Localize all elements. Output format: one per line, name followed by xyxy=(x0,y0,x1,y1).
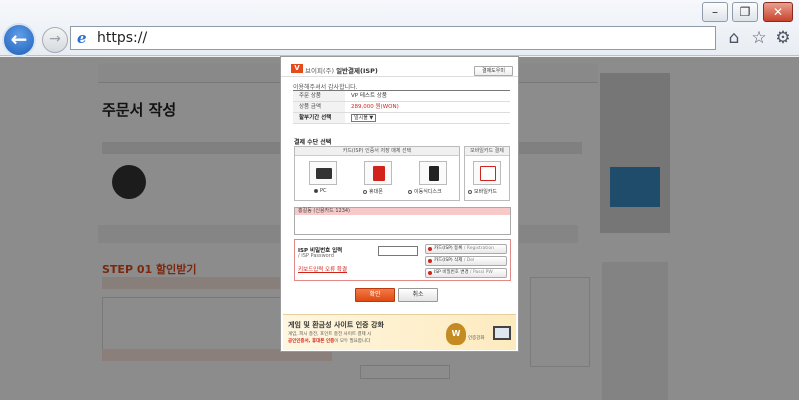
bullet-icon xyxy=(428,271,432,275)
usb-device-option[interactable] xyxy=(419,161,447,185)
pc-monitor-icon xyxy=(316,168,332,179)
delete-card-button[interactable]: 카드(ISP) 삭제 / Del xyxy=(425,256,507,266)
banner-line1: 게임, 피시 충전, 포인트 충전 사이트 결제 시 xyxy=(288,332,372,337)
order-product-value: VP 테스트 상품 xyxy=(351,93,387,99)
payment-method-title: 결제 수단 선택 xyxy=(294,139,332,146)
pc-device-option[interactable] xyxy=(309,161,337,185)
banner-tag: 인증강화 xyxy=(468,336,485,341)
mobile-card-icon xyxy=(480,166,496,181)
isp-password-input[interactable] xyxy=(378,246,418,256)
order-amount-label: 상품 금액 xyxy=(293,102,345,112)
banner-highlight: 공인인증서, 휴대폰 인증 xyxy=(288,339,335,344)
auth-notice-banner: 게임 및 환금성 사이트 인증 강화 게임, 피시 충전, 포인트 충전 사이트… xyxy=(283,314,516,350)
installment-cell: 일시불 ▼ xyxy=(345,113,510,123)
order-product-label: 주문 상품 xyxy=(293,91,345,101)
delete-card-en: / Del xyxy=(463,258,475,263)
usb-radio[interactable]: 이동식디스크 xyxy=(408,188,442,195)
installment-row: 할부기간 선택 일시불 ▼ xyxy=(293,113,510,124)
radio-icon xyxy=(408,189,412,194)
mobile-card-box: 모바일카드 결제 모바일카드 xyxy=(464,146,510,201)
money-bag-icon: W xyxy=(446,323,466,345)
installment-selected: 일시불 xyxy=(354,115,368,121)
radio-icon xyxy=(363,189,367,194)
register-card-button[interactable]: 카드(ISP) 등록 / Registration xyxy=(425,244,507,254)
dialog-header: V 브이피(주) 일반결제(ISP) 결제도우미 xyxy=(281,57,518,77)
dropdown-arrow-icon: ▼ xyxy=(369,115,374,121)
mobile-card-radio[interactable]: 모바일카드 xyxy=(468,188,497,195)
restore-button[interactable]: ❐ xyxy=(732,2,758,22)
bullet-icon xyxy=(428,259,432,263)
close-button[interactable]: ✕ xyxy=(763,2,793,22)
banner-line2-rest: 이 모두 필요합니다 xyxy=(334,339,371,344)
address-text: https:// xyxy=(97,30,148,46)
keyboard-error-link[interactable]: 키보드입력 오류 확결 xyxy=(298,265,347,273)
ie-logo-icon: e xyxy=(77,29,87,47)
radio-icon xyxy=(468,189,472,194)
pc-radio[interactable]: PC xyxy=(314,188,327,194)
isp-payment-dialog: V 브이피(주) 일반결제(ISP) 결제도우미 이용해주셔서 감사합니다. 주… xyxy=(280,56,519,352)
register-card-en: / Registration xyxy=(463,246,494,251)
dialog-title: 브이피(주) 일반결제(ISP) xyxy=(305,65,378,75)
usb-disk-icon xyxy=(429,166,439,181)
change-password-button[interactable]: ISP 비밀번호 변경 / Passl PW xyxy=(425,268,507,278)
payment-guide-button[interactable]: 결제도우미 xyxy=(474,66,513,76)
change-password-en: / Passl PW xyxy=(470,270,493,275)
settings-gear-icon[interactable]: ⚙ xyxy=(773,28,793,48)
pc-label: PC xyxy=(320,188,327,194)
order-info-table: 주문 상품 VP 테스트 상품 상품 금액 289,000 원(WON) 할부기… xyxy=(293,90,510,124)
banner-title: 게임 및 환금성 사이트 인증 강화 xyxy=(288,321,384,329)
order-product-row: 주문 상품 VP 테스트 상품 xyxy=(293,91,510,102)
usb-label: 이동식디스크 xyxy=(414,189,442,195)
address-bar[interactable]: e https:// xyxy=(70,26,716,50)
bullet-icon xyxy=(428,247,432,251)
dialog-title-main: 일반결제(ISP) xyxy=(336,67,378,75)
isp-password-sublabel: / ISP Password xyxy=(298,253,334,259)
installment-label: 할부기간 선택 xyxy=(293,113,345,123)
forward-button[interactable]: → xyxy=(42,27,68,53)
back-arrow-icon: ← xyxy=(10,27,28,51)
delete-card-label: 카드(ISP) 삭제 xyxy=(434,258,463,263)
isp-media-caption: 카드(ISP) 인증서 저장 매체 선택 xyxy=(295,147,459,156)
confirm-button[interactable]: 확인 xyxy=(355,288,395,302)
home-icon[interactable]: ⌂ xyxy=(724,28,744,48)
minimize-button[interactable]: – xyxy=(702,2,728,22)
card-list-item[interactable]: 홍길동 (신용카드 1234) xyxy=(295,208,510,215)
installment-select[interactable]: 일시불 ▼ xyxy=(351,114,377,122)
dialog-title-company: 브이피(주) xyxy=(305,67,334,75)
order-amount-value: 289,000 원(WON) xyxy=(351,104,399,110)
registered-card-list[interactable]: 홍길동 (신용카드 1234) xyxy=(294,207,511,235)
phone-radio[interactable]: 휴대폰 xyxy=(363,188,383,195)
mobile-card-option[interactable] xyxy=(473,161,501,185)
isp-media-box: 카드(ISP) 인증서 저장 매체 선택 PC 휴대폰 이동식디스크 xyxy=(294,146,460,201)
favorites-star-icon[interactable]: ☆ xyxy=(749,28,769,48)
monitor-icon xyxy=(493,326,511,340)
register-card-label: 카드(ISP) 등록 xyxy=(434,246,463,251)
forward-arrow-icon: → xyxy=(49,31,61,47)
phone-icon xyxy=(373,166,385,181)
radio-selected-icon xyxy=(314,188,318,193)
change-password-label: ISP 비밀번호 변경 xyxy=(434,270,469,275)
phone-label: 휴대폰 xyxy=(369,189,383,195)
vp-logo-icon: V xyxy=(291,64,303,73)
isp-password-box: ISP 비밀번호 입력 / ISP Password 키보드입력 오류 확결 카… xyxy=(294,239,511,281)
cancel-button[interactable]: 취소 xyxy=(398,288,438,302)
order-amount-row: 상품 금액 289,000 원(WON) xyxy=(293,102,510,113)
banner-line2: 공인인증서, 휴대폰 인증이 모두 필요합니다 xyxy=(288,338,370,344)
mobile-card-label: 모바일카드 xyxy=(474,189,498,195)
back-button[interactable]: ← xyxy=(2,23,36,57)
mobile-card-caption: 모바일카드 결제 xyxy=(465,147,509,156)
phone-device-option[interactable] xyxy=(364,161,392,185)
browser-chrome: – ❐ ✕ ← → e https:// ⌂ ☆ ⚙ xyxy=(0,0,799,57)
